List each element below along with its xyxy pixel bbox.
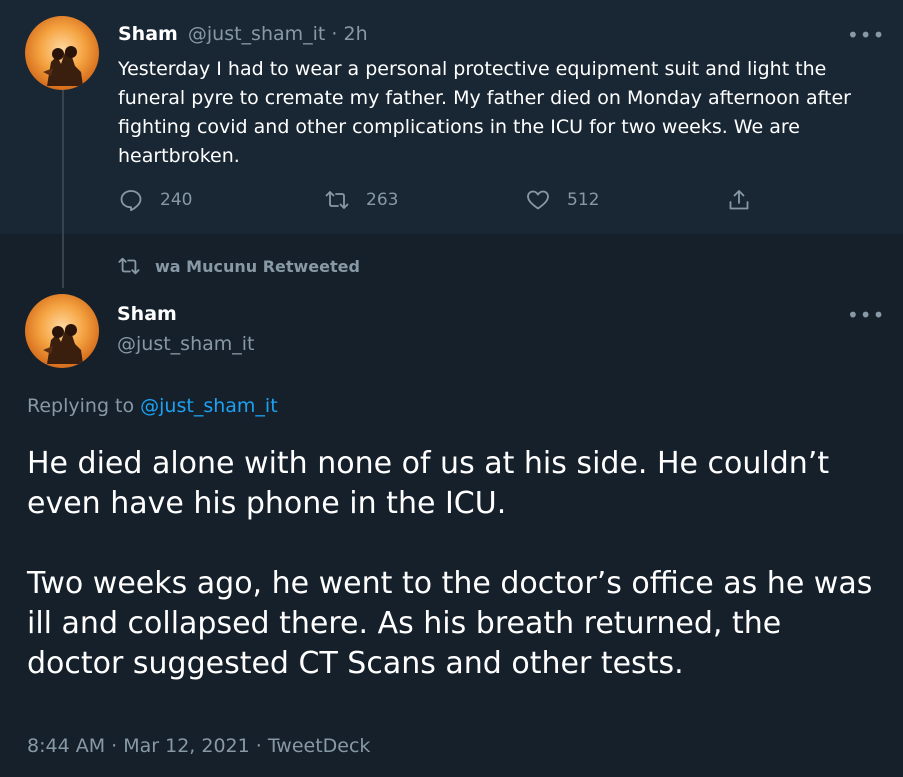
avatar-figure-icon	[43, 46, 83, 86]
share-button[interactable]	[727, 188, 768, 212]
avatar[interactable]	[25, 294, 99, 368]
reply-count: 240	[160, 190, 193, 210]
retweet-button[interactable]: 263	[325, 188, 398, 212]
avatar[interactable]	[25, 16, 99, 90]
author-name[interactable]: Sham	[117, 303, 177, 325]
more-icon[interactable]: •••	[847, 25, 885, 45]
tweet-timestamp-source[interactable]: 8:44 AM · Mar 12, 2021 · TweetDeck	[27, 735, 370, 757]
replying-to-handle-link[interactable]: @just_sham_it	[140, 395, 278, 417]
retweeted-by-label: wa Mucunu Retweeted	[155, 256, 360, 276]
tweet-time[interactable]: 2h	[344, 23, 368, 45]
thread-connector-line	[62, 82, 64, 288]
reply-button[interactable]: 240	[119, 188, 192, 212]
retweeted-by-banner[interactable]: wa Mucunu Retweeted	[118, 255, 360, 277]
replying-prefix: Replying to	[27, 395, 141, 417]
main-tweet-text: He died alone with none of us at his sid…	[27, 446, 873, 681]
author-name[interactable]: Sham	[118, 23, 178, 45]
like-icon	[527, 190, 549, 210]
retweet-icon	[325, 191, 349, 209]
retweet-count: 263	[366, 190, 399, 210]
like-button[interactable]: 512	[526, 188, 599, 212]
author-handle[interactable]: @just_sham_it	[117, 333, 255, 355]
like-count: 512	[567, 190, 600, 210]
separator: ·	[325, 23, 344, 45]
reply-icon	[120, 190, 142, 212]
parent-tweet-header: Sham @just_sham_it · 2h	[118, 23, 368, 45]
more-icon[interactable]: •••	[847, 305, 885, 325]
author-handle[interactable]: @just_sham_it	[188, 23, 326, 45]
retweet-icon	[118, 257, 140, 275]
parent-tweet-text: Yesterday I had to wear a personal prote…	[118, 58, 851, 167]
share-icon	[729, 190, 749, 210]
replying-to: Replying to @just_sham_it	[27, 395, 278, 417]
avatar-figure-icon	[43, 324, 83, 364]
timeline: Sham @just_sham_it · 2h ••• Yesterday I …	[0, 0, 903, 777]
